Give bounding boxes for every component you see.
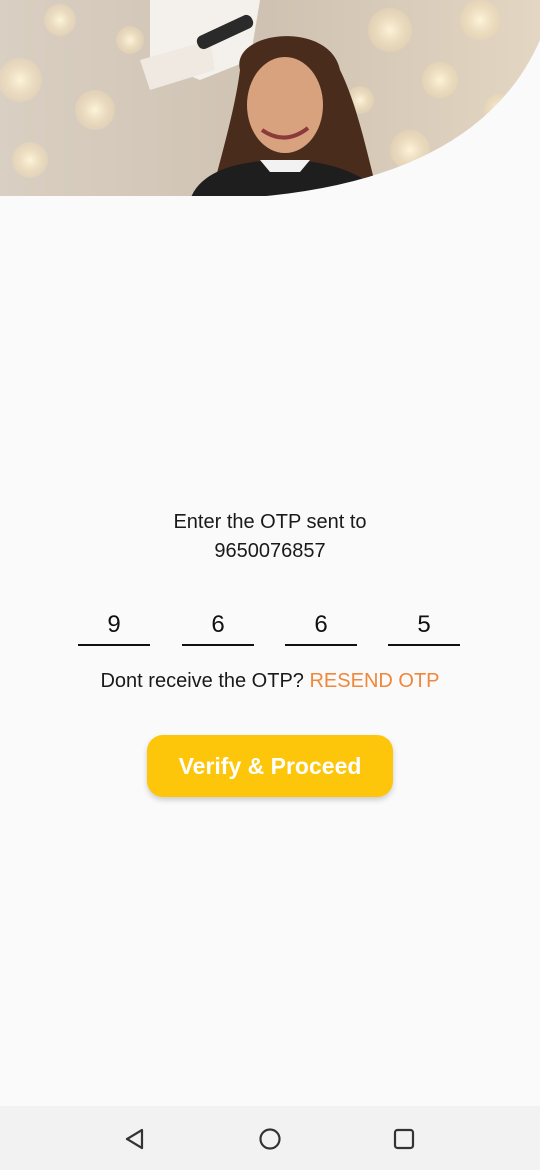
otp-digit-4[interactable]: 5	[388, 608, 460, 646]
verify-proceed-button[interactable]: Verify & Proceed	[147, 735, 393, 797]
back-icon[interactable]	[122, 1126, 148, 1152]
otp-digit-3[interactable]: 6	[285, 608, 357, 646]
otp-prompt-text: Enter the OTP sent to	[173, 511, 367, 533]
resend-prompt: Dont receive the OTP?	[100, 670, 304, 692]
resend-row: Dont receive the OTP? RESEND OTP	[0, 670, 540, 693]
recents-icon[interactable]	[391, 1126, 417, 1152]
phone-number: 9650076857	[214, 540, 326, 562]
home-icon[interactable]	[257, 1126, 283, 1152]
otp-input-row: 9 6 6 5	[78, 608, 462, 648]
hero-image	[0, 0, 540, 200]
otp-prompt: Enter the OTP sent to 9650076857	[0, 508, 540, 566]
otp-digit-2[interactable]: 6	[182, 608, 254, 646]
resend-otp-link[interactable]: RESEND OTP	[309, 670, 439, 692]
otp-digit-1[interactable]: 9	[78, 608, 150, 646]
system-nav-bar	[0, 1106, 540, 1170]
